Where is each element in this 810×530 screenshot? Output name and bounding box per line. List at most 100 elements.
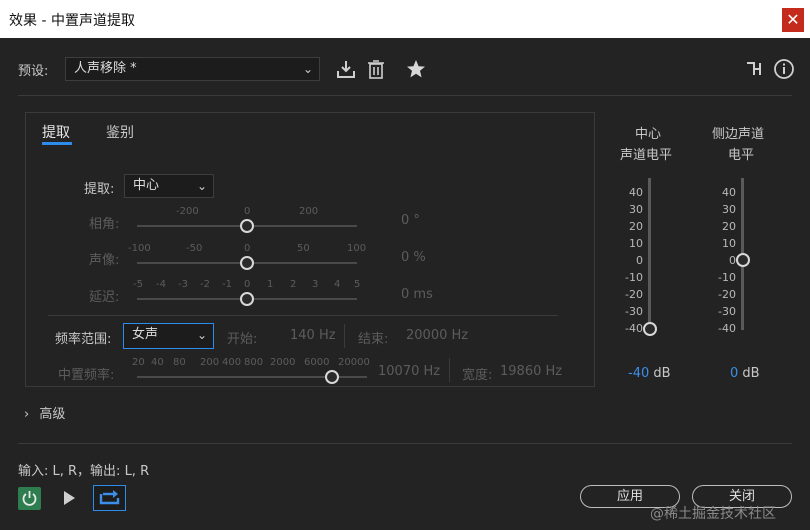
start-label: 开始: [227, 332, 258, 347]
chevron-down-icon: ⌄ [196, 179, 207, 193]
freq-range-label: 频率范围: [55, 332, 112, 347]
center-meter-track[interactable] [648, 178, 651, 330]
center-meter-title: 中心 [635, 127, 662, 142]
end-value[interactable]: 20000 Hz [406, 328, 468, 343]
center-freq-tick: 20000 [338, 357, 370, 368]
center-freq-tick: 800 [244, 357, 264, 368]
divider [18, 443, 792, 444]
delay-tick: 1 [267, 279, 274, 290]
preset-select[interactable]: 人声移除 * ⌄ [65, 57, 320, 81]
side-scale-label: 30 [722, 203, 736, 216]
freq-range-value: 女声 [132, 327, 159, 342]
side-meter-handle[interactable] [736, 253, 750, 267]
delay-slider-handle[interactable] [240, 292, 254, 306]
center-meter-readout[interactable]: -40 dB [628, 366, 671, 381]
center-scale-label: 40 [629, 186, 643, 199]
tab-extract[interactable]: 提取 [42, 122, 70, 142]
center-freq-tick: 80 [173, 357, 186, 368]
pan-slider-handle[interactable] [240, 256, 254, 270]
save-preset-icon[interactable] [335, 58, 357, 80]
pan-tick: 100 [347, 243, 367, 254]
phase-tick: 200 [299, 206, 319, 217]
delay-tick: 5 [354, 279, 361, 290]
chevron-down-icon: ⌄ [302, 62, 313, 76]
extract-label: 提取: [84, 182, 115, 197]
center-scale-label: -40 [625, 322, 643, 335]
delay-tick: -5 [133, 279, 143, 290]
side-scale-label: -40 [718, 322, 736, 335]
freq-range-select[interactable]: 女声 ⌄ [123, 323, 214, 349]
start-value[interactable]: 140 Hz [290, 328, 336, 343]
center-meter-unit: dB [653, 366, 671, 381]
center-scale-label: -10 [625, 271, 643, 284]
phase-label: 相角: [89, 217, 120, 232]
favorite-star-icon[interactable] [405, 58, 427, 80]
power-toggle[interactable] [18, 487, 41, 510]
center-freq-tick: 2000 [270, 357, 296, 368]
side-meter-value: 0 [730, 366, 739, 381]
divider [48, 315, 558, 316]
center-meter-subtitle: 声道电平 [620, 148, 673, 163]
tab-discrimination[interactable]: 鉴别 [106, 122, 134, 142]
center-meter-handle[interactable] [643, 322, 657, 336]
extract-select[interactable]: 中心 ⌄ [124, 174, 214, 198]
center-scale-label: 30 [629, 203, 643, 216]
center-freq-label: 中置频率: [58, 368, 115, 383]
delay-tick: -2 [200, 279, 210, 290]
delete-preset-icon[interactable] [366, 58, 386, 80]
side-scale-label: -20 [718, 288, 736, 301]
chevron-down-icon: ⌄ [196, 328, 207, 342]
side-meter-unit: dB [742, 366, 760, 381]
pan-label: 声像: [89, 253, 120, 268]
side-scale-label: -10 [718, 271, 736, 284]
width-label: 宽度: [462, 368, 493, 383]
center-meter-value: -40 [628, 366, 650, 381]
extract-value: 中心 [133, 178, 160, 193]
side-meter-subtitle: 电平 [728, 148, 755, 163]
phase-tick: 0 [244, 206, 251, 217]
side-scale-label: 20 [722, 220, 736, 233]
info-icon[interactable] [773, 58, 795, 80]
pan-tick: -100 [128, 243, 151, 254]
side-scale-label: -30 [718, 305, 736, 318]
routing-icon[interactable] [745, 60, 765, 78]
side-meter-title: 侧边声道 [712, 127, 765, 142]
phase-slider-handle[interactable] [240, 219, 254, 233]
center-scale-label: -20 [625, 288, 643, 301]
delay-tick: -4 [156, 279, 166, 290]
side-meter-readout[interactable]: 0 dB [730, 366, 760, 381]
delay-tick: -1 [222, 279, 232, 290]
width-value: 19860 Hz [500, 364, 563, 379]
center-freq-slider-handle[interactable] [325, 370, 339, 384]
center-scale-label: 20 [629, 220, 643, 233]
advanced-toggle[interactable]: › 高级 [24, 403, 65, 422]
pan-value: 0 % [401, 250, 426, 265]
side-scale-label: 0 [729, 254, 736, 267]
advanced-label: 高级 [39, 407, 66, 422]
close-window-button[interactable]: ✕ [782, 8, 804, 32]
preset-value: 人声移除 * [74, 61, 137, 76]
center-freq-tick: 40 [151, 357, 164, 368]
center-freq-tick: 200 [200, 357, 220, 368]
power-icon [22, 491, 37, 506]
center-freq-tick: 6000 [304, 357, 330, 368]
play-icon[interactable] [60, 489, 78, 507]
watermark: @稀土掘金技术社区 [650, 506, 776, 522]
loop-toggle[interactable] [93, 485, 126, 511]
delay-label: 延迟: [89, 290, 120, 305]
window-title: 效果 - 中置声道提取 [9, 13, 135, 29]
pan-tick: 0 [244, 243, 251, 254]
center-scale-label: 10 [629, 237, 643, 250]
title-bar: 效果 - 中置声道提取 ✕ [0, 0, 810, 38]
phase-tick: -200 [176, 206, 199, 217]
side-scale-label: 40 [722, 186, 736, 199]
end-label: 结束: [358, 332, 389, 347]
center-scale-label: 0 [636, 254, 643, 267]
divider [344, 324, 345, 348]
delay-tick: 4 [334, 279, 341, 290]
divider [18, 95, 792, 96]
io-text: 输入: L, R，输出: L, R [18, 464, 150, 479]
side-scale-label: 10 [722, 237, 736, 250]
divider [449, 358, 450, 382]
center-scale-label: -30 [625, 305, 643, 318]
